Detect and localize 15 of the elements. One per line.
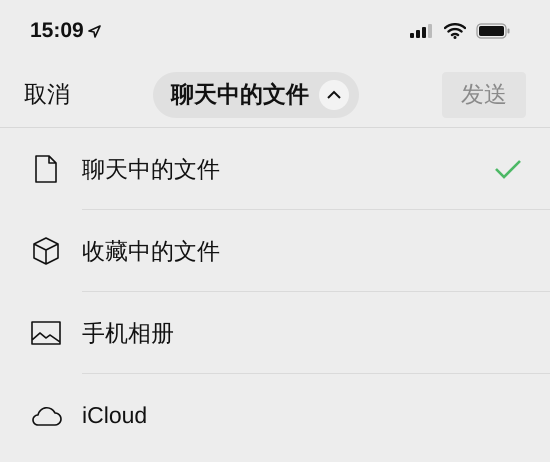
image-icon [31, 321, 61, 345]
menu-item[interactable]: iCloud [82, 402, 522, 428]
battery-icon [476, 23, 510, 39]
cancel-button[interactable]: 取消 [24, 79, 70, 110]
menu-item[interactable]: 聊天中的文件 [82, 154, 494, 184]
cloud-icon [30, 404, 62, 426]
source-selector[interactable]: 聊天中的文件 [153, 72, 359, 118]
wifi-icon [444, 23, 466, 39]
document-icon [34, 154, 58, 184]
menu-item[interactable]: 收藏中的文件 [82, 236, 522, 266]
location-arrow-icon [88, 24, 101, 38]
cube-icon [32, 236, 60, 266]
status-time: 15:09 [30, 19, 84, 43]
signal-icon [410, 24, 434, 38]
menu-item[interactable]: 手机相册 [82, 318, 522, 348]
